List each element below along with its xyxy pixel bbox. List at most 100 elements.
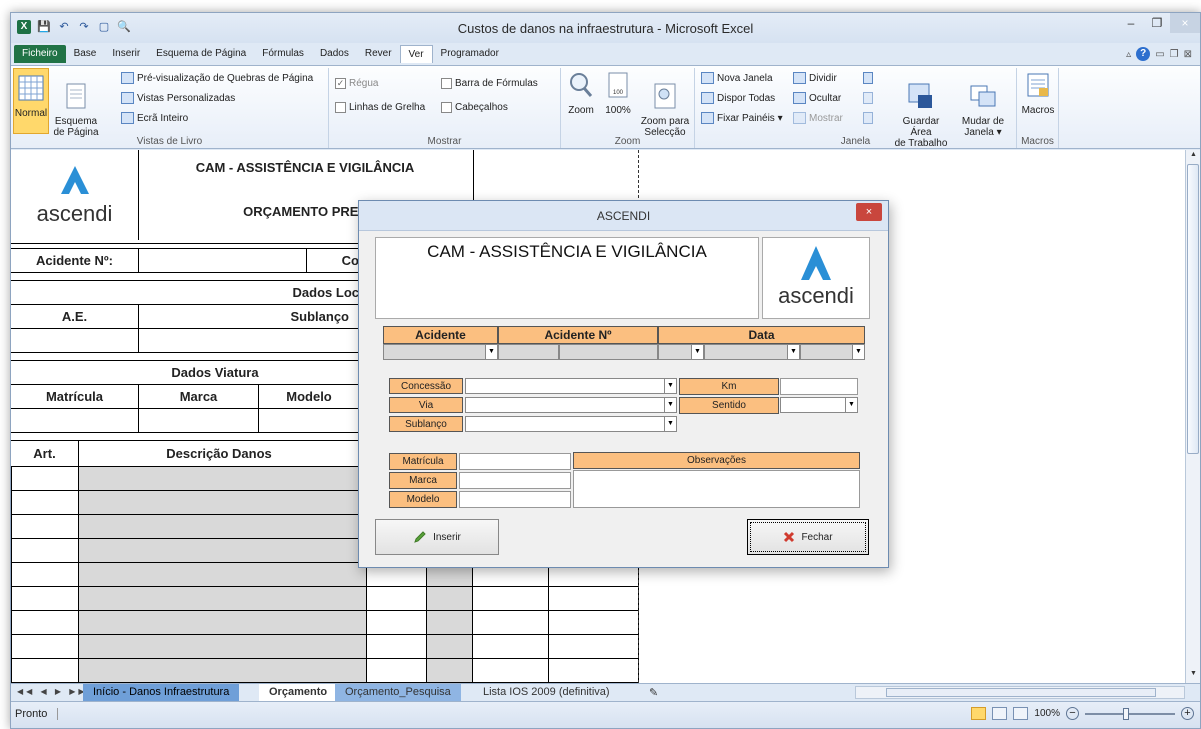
tab-dados[interactable]: Dados — [312, 45, 357, 63]
sync-scroll-icon[interactable] — [863, 92, 873, 104]
sheet-cell-sublanco-value[interactable] — [139, 329, 359, 353]
headings-checkbox[interactable]: Cabeçalhos — [441, 102, 508, 113]
dialog-close-button[interactable]: × — [856, 203, 882, 221]
zoom-in-icon[interactable]: + — [1181, 707, 1194, 720]
sheet-cell-marca-value[interactable] — [139, 409, 259, 433]
damage-cell[interactable] — [79, 659, 367, 683]
damage-cell[interactable] — [79, 587, 367, 611]
tab-formulas[interactable]: Fórmulas — [254, 45, 312, 63]
sheet-tab-orcamento-pesquisa[interactable]: Orçamento_Pesquisa — [335, 684, 461, 701]
dialog-sentido-dropdown[interactable]: ▼ — [780, 397, 858, 413]
tab-ficheiro[interactable]: Ficheiro — [14, 45, 66, 63]
damage-cell[interactable] — [11, 611, 79, 635]
sheet-cell-acidente-value[interactable] — [139, 249, 307, 273]
horizontal-scrollbar[interactable] — [855, 686, 1185, 699]
sheet-cell-modelo-value[interactable] — [259, 409, 359, 433]
damage-cell[interactable] — [473, 659, 549, 683]
damage-cell[interactable] — [11, 635, 79, 659]
unhide-button[interactable]: Mostrar — [793, 112, 843, 124]
damage-cell[interactable] — [11, 491, 79, 515]
layout-view-status-icon[interactable] — [992, 707, 1008, 720]
damage-cell[interactable] — [427, 611, 473, 635]
dialog-modelo-input[interactable] — [459, 491, 571, 508]
damage-cell[interactable] — [79, 611, 367, 635]
dialog-acidente-dropdown[interactable]: ▼ — [383, 344, 498, 360]
doc-close-icon[interactable]: ⊠ — [1184, 49, 1192, 60]
sheet-tab-orcamento[interactable]: Orçamento — [259, 684, 338, 701]
zoom-out-icon[interactable]: − — [1066, 707, 1079, 720]
tab-rever[interactable]: Rever — [357, 45, 400, 63]
tab-ver[interactable]: Ver — [399, 45, 433, 63]
dialog-concessao-dropdown[interactable]: ▼ — [465, 378, 677, 394]
damage-cell[interactable] — [427, 659, 473, 683]
sheet-tab-inicio[interactable]: Início - Danos Infraestrutura — [83, 684, 240, 701]
zoom-button[interactable]: Zoom — [563, 70, 599, 116]
damage-cell[interactable] — [549, 587, 639, 611]
new-window-button[interactable]: Nova Janela — [701, 72, 773, 84]
insert-sheet-icon[interactable]: ✎ — [639, 684, 668, 701]
damage-cell[interactable] — [367, 635, 427, 659]
dialog-observacoes-input[interactable] — [573, 470, 860, 508]
tab-esquema[interactable]: Esquema de Página — [148, 45, 254, 63]
damage-cell[interactable] — [367, 659, 427, 683]
zoom-100-button[interactable]: 100 100% — [601, 70, 635, 116]
macros-button[interactable]: Macros — [1020, 70, 1056, 116]
page-break-preview-button[interactable]: Pré-visualização de Quebras de Página — [121, 72, 313, 84]
full-screen-button[interactable]: Ecrã Inteiro — [121, 112, 188, 124]
custom-views-button[interactable]: Vistas Personalizadas — [121, 92, 235, 104]
minimize-button[interactable]: – — [1118, 13, 1144, 33]
damage-cell[interactable] — [79, 563, 367, 587]
dialog-data-year-dropdown[interactable]: ▼ — [800, 344, 865, 360]
damage-cell[interactable] — [367, 587, 427, 611]
dialog-km-input[interactable] — [780, 378, 858, 395]
reset-position-icon[interactable] — [863, 112, 873, 124]
damage-cell[interactable] — [473, 587, 549, 611]
gridlines-checkbox[interactable]: Linhas de Grelha — [335, 102, 425, 113]
doc-restore-icon[interactable]: ❐ — [1170, 49, 1179, 60]
sheet-cell-matricula-value[interactable] — [11, 409, 139, 433]
damage-cell[interactable] — [79, 539, 367, 563]
damage-cell[interactable] — [11, 587, 79, 611]
damage-cell[interactable] — [79, 515, 367, 539]
help-icon[interactable]: ? — [1136, 47, 1151, 61]
minimize-ribbon-icon[interactable]: ▵ — [1126, 49, 1131, 60]
damage-cell[interactable] — [79, 491, 367, 515]
vertical-scroll-thumb[interactable] — [1187, 164, 1199, 454]
damage-cell[interactable] — [11, 515, 79, 539]
tab-base[interactable]: Base — [66, 45, 105, 63]
tab-programador[interactable]: Programador — [433, 45, 507, 63]
close-window-button[interactable]: × — [1170, 13, 1200, 33]
damage-cell[interactable] — [367, 611, 427, 635]
horizontal-scroll-thumb[interactable] — [886, 688, 1156, 697]
zoom-slider-knob[interactable] — [1123, 707, 1129, 720]
damage-cell[interactable] — [473, 611, 549, 635]
vertical-scrollbar[interactable]: ▲ ▼ — [1185, 150, 1200, 683]
split-button[interactable]: Dividir — [793, 72, 837, 84]
dialog-data-month-dropdown[interactable]: ▼ — [704, 344, 800, 360]
dialog-matricula-input[interactable] — [459, 453, 571, 470]
sheet-nav-arrows[interactable]: ◀◀ ◀ ▶ ▶▶ — [17, 687, 88, 696]
sheet-cell-ae-value[interactable] — [11, 329, 139, 353]
arrange-all-button[interactable]: Dispor Todas — [701, 92, 775, 104]
dialog-marca-input[interactable] — [459, 472, 571, 489]
break-view-status-icon[interactable] — [1013, 707, 1029, 720]
normal-view-status-icon[interactable] — [971, 707, 987, 720]
zoom-slider[interactable] — [1085, 707, 1175, 720]
dialog-via-dropdown[interactable]: ▼ — [465, 397, 677, 413]
dialog-sublanco-dropdown[interactable]: ▼ — [465, 416, 677, 432]
scroll-up-icon[interactable]: ▲ — [1187, 151, 1200, 163]
dialog-acidente-no-field-1[interactable] — [498, 344, 559, 360]
damage-cell[interactable] — [549, 635, 639, 659]
damage-cell[interactable] — [79, 635, 367, 659]
ruler-checkbox[interactable]: ✓ Régua — [335, 78, 378, 89]
zoom-level[interactable]: 100% — [1034, 708, 1060, 719]
damage-cell[interactable] — [79, 467, 367, 491]
scroll-down-icon[interactable]: ▼ — [1187, 670, 1200, 682]
damage-cell[interactable] — [549, 659, 639, 683]
damage-cell[interactable] — [549, 611, 639, 635]
freeze-panes-button[interactable]: Fixar Painéis ▾ — [701, 112, 783, 124]
dialog-fechar-button[interactable]: Fechar — [747, 519, 869, 555]
damage-cell[interactable] — [11, 539, 79, 563]
normal-view-button[interactable]: Normal — [13, 68, 49, 134]
damage-cell[interactable] — [11, 467, 79, 491]
